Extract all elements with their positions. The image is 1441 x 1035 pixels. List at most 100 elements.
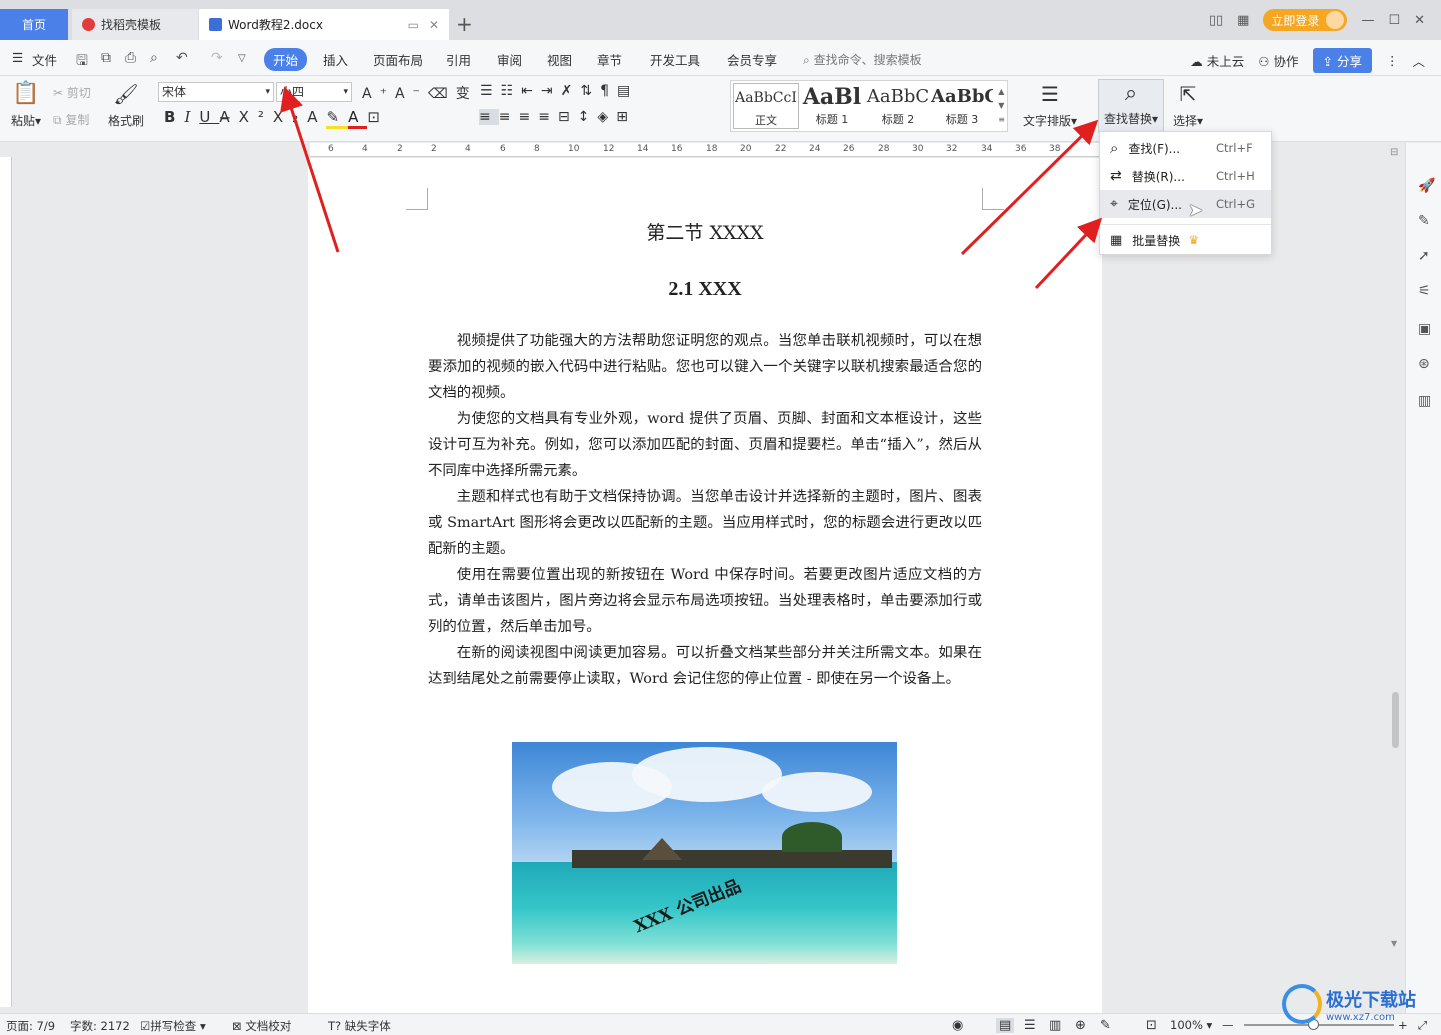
align-left-icon[interactable]: ≡ (479, 109, 499, 125)
proofread-button[interactable]: ⊠ 文档校对 (232, 1018, 291, 1034)
tab-home[interactable]: 首页 (0, 9, 68, 40)
table-grid-icon[interactable]: ▤ (617, 83, 638, 99)
print-icon[interactable]: ⎙ (125, 50, 136, 66)
menu-item-goto[interactable]: ⌖ 定位(G)... Ctrl+G (1100, 190, 1271, 218)
font-color-icon[interactable]: A (348, 108, 368, 129)
strikethrough-icon[interactable]: X² (239, 108, 273, 126)
align-right-icon[interactable]: ≡ (518, 109, 538, 125)
write-view-icon[interactable]: ✎ (1100, 1018, 1111, 1033)
increase-indent-icon[interactable]: ⇥ (541, 83, 561, 99)
menu-tab-view[interactable]: 视图 (547, 50, 572, 69)
page-view-icon[interactable]: ▤ (996, 1018, 1015, 1033)
vertical-ruler[interactable] (0, 157, 12, 1007)
zoom-slider[interactable] (1244, 1019, 1394, 1030)
sliders-icon[interactable]: ⚟ (1418, 283, 1431, 299)
style-heading-1[interactable]: AaBl 标题 1 (799, 83, 865, 129)
font-name-select[interactable]: 宋体 ▾ (158, 82, 274, 102)
menu-tab-chapter[interactable]: 章节 (597, 50, 622, 69)
borders-icon[interactable]: ⊞ (616, 109, 636, 125)
scroll-down-icon[interactable]: ▼ (1391, 939, 1397, 948)
close-window-icon[interactable]: ✕ (1414, 13, 1425, 28)
apps-grid-icon[interactable]: ▦ (1237, 13, 1249, 28)
spell-check-button[interactable]: ☑拼写检查 ▾ (140, 1018, 206, 1034)
missing-font-button[interactable]: T? 缺失字体 (328, 1018, 391, 1034)
scroll-thumb[interactable] (1392, 692, 1399, 748)
bullet-list-icon[interactable]: ☰ (480, 83, 501, 99)
menu-tab-review[interactable]: 审阅 (497, 50, 522, 69)
export-icon[interactable]: ⧉ (101, 50, 111, 66)
grow-font-icon[interactable]: A⁺ (362, 86, 395, 102)
float-window-icon[interactable]: ▭ (408, 18, 419, 32)
new-tab-button[interactable]: + (456, 12, 473, 36)
fit-page-icon[interactable]: ⊡ (1146, 1018, 1157, 1033)
char-border-icon[interactable]: ⊡ (367, 108, 389, 126)
fullscreen-icon[interactable]: ⤢ (1418, 1018, 1427, 1033)
cut-button[interactable]: ✂ 剪切 (53, 84, 91, 101)
command-search[interactable]: ⌕ 查找命令、搜索模板 (803, 51, 922, 68)
line-spacing-icon[interactable]: ↕ (578, 109, 598, 125)
decrease-indent-icon[interactable]: ⇤ (521, 83, 541, 99)
menu-tab-start[interactable]: 开始 (264, 48, 308, 71)
style-normal[interactable]: AaBbCcI 正文 (733, 83, 799, 129)
document-page[interactable]: 第二节 XXXX 2.1 XXX 视频提供了功能强大的方法帮助您证明您的观点。当… (308, 158, 1102, 1018)
rocket-icon[interactable]: 🚀 (1418, 178, 1435, 194)
collab-button[interactable]: ⚇ 协作 (1258, 51, 1298, 70)
numbered-list-icon[interactable]: ☷ (501, 83, 522, 99)
zoom-level[interactable]: 100% ▾ (1170, 1018, 1212, 1032)
tab-document[interactable]: Word教程2.docx ▭ ✕ (199, 9, 449, 40)
eye-protection-icon[interactable]: ◉ (952, 1018, 963, 1033)
close-tab-icon[interactable]: ✕ (429, 18, 439, 32)
menu-tab-developer[interactable]: 开发工具 (650, 50, 700, 69)
cloud-status[interactable]: ☁ 未上云 (1190, 51, 1244, 70)
menu-tab-insert[interactable]: 插入 (323, 50, 348, 69)
horizontal-ruler[interactable]: 6 4 2 2 4 6 8 10 12 14 16 18 20 22 24 26 28 30 32 34 36 38 (310, 143, 1100, 157)
zoom-out-icon[interactable]: — (1222, 1018, 1234, 1032)
paste-button[interactable]: 📋 粘贴▾ (8, 82, 44, 129)
maximize-icon[interactable]: ☐ (1388, 13, 1400, 28)
redo-icon[interactable]: ↷ (211, 50, 223, 66)
show-marks-icon[interactable]: ¶ (600, 83, 617, 99)
distribute-icon[interactable]: ⊟ (558, 109, 578, 125)
text-layout-button[interactable]: ☰ 文字排版▾ (1022, 82, 1078, 129)
outline-view-icon[interactable]: ☰ (1024, 1018, 1036, 1033)
word-count[interactable]: 字数: 2172 (70, 1018, 130, 1034)
web-view-icon[interactable]: ⊕ (1075, 1018, 1086, 1033)
subscript-icon[interactable]: X₂ (273, 108, 307, 126)
align-center-icon[interactable]: ≡ (499, 109, 519, 125)
compass-icon[interactable]: ⊛ (1418, 356, 1430, 372)
hamburger-icon[interactable]: ☰ (12, 50, 23, 65)
style-heading-2[interactable]: AaBbC 标题 2 (865, 83, 931, 129)
text-style-icon[interactable]: A (307, 108, 326, 126)
menu-tab-references[interactable]: 引用 (446, 50, 471, 69)
pen-icon[interactable]: ✎ (1418, 213, 1430, 229)
menu-item-replace[interactable]: ⇄ 替换(R)... Ctrl+H (1100, 162, 1271, 190)
vertical-scrollbar[interactable]: ⊟ ▼ (1388, 147, 1402, 957)
copy-button[interactable]: ⧉ 复制 (53, 111, 89, 128)
menu-item-find[interactable]: ⌕ 查找(F)... Ctrl+F (1100, 134, 1271, 162)
pointer-icon[interactable]: ➚ (1418, 248, 1430, 264)
bold-icon[interactable]: B (164, 108, 184, 126)
phonetic-icon[interactable]: 变 (456, 86, 478, 102)
shrink-font-icon[interactable]: A⁻ (395, 86, 428, 102)
image-tool-icon[interactable]: ▣ (1418, 321, 1431, 337)
menu-file[interactable]: 文件 (32, 50, 57, 69)
reading-view-icon[interactable]: ▥ (1049, 1018, 1061, 1033)
styles-scroll[interactable]: ▲ ▼ ≡ (998, 85, 1005, 127)
underline-icon[interactable]: U (199, 108, 219, 126)
print-preview-icon[interactable]: ⌕ (150, 50, 158, 66)
text-effect-icon[interactable]: A̶ (219, 108, 238, 126)
find-replace-button[interactable]: ⌕ 查找替换▾ (1098, 79, 1164, 133)
page-indicator[interactable]: 页面: 7/9 (6, 1018, 55, 1034)
italic-icon[interactable]: I (184, 108, 199, 126)
shading-icon[interactable]: ◈ (597, 109, 616, 125)
collapse-ribbon-icon[interactable]: ︿ (1412, 51, 1425, 70)
style-heading-3[interactable]: AaBbC 标题 3 (931, 83, 993, 129)
more-icon[interactable]: ⋮ (1386, 53, 1399, 68)
tab-template[interactable]: 找稻壳模板 (72, 9, 198, 40)
document-image[interactable]: XXX 公司出品 (512, 742, 897, 964)
menu-tab-member[interactable]: 会员专享 (727, 50, 777, 69)
menu-item-batch-replace[interactable]: ▦ 批量替换 ♛ (1100, 226, 1271, 254)
share-button[interactable]: ⇪ 分享 (1312, 48, 1372, 73)
undo-icon[interactable]: ↶ (176, 50, 188, 66)
eraser-icon[interactable]: ⌫ (428, 86, 456, 102)
